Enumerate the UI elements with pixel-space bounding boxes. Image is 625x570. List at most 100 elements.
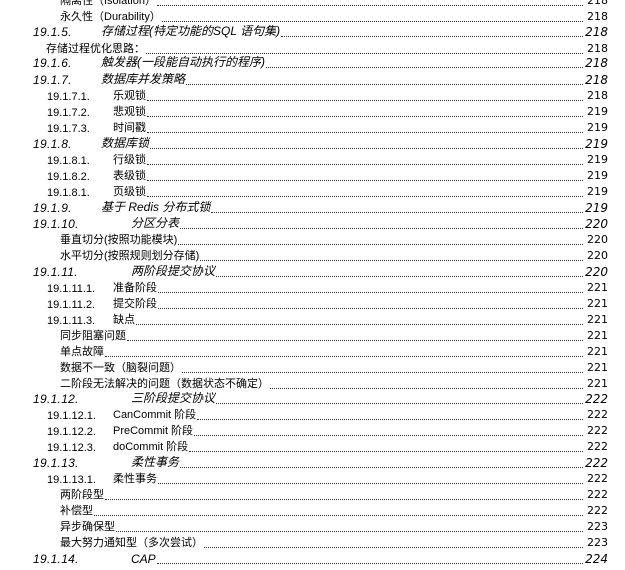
toc-entry-title[interactable]: 水平切分(按照规则划分存储): [0, 247, 199, 263]
toc-entry[interactable]: 19.1.7.2. 悲观锁 219: [0, 103, 625, 119]
toc-entry[interactable]: 19.1.7.1. 乐观锁 218: [0, 87, 625, 103]
dot-leader: [186, 72, 583, 85]
toc-entry-title[interactable]: 提交阶段: [113, 295, 157, 311]
toc-entry[interactable]: 19.1.10. 分区分表 220: [0, 215, 625, 231]
dot-leader: [161, 9, 583, 22]
toc-entry-title[interactable]: 基于 Redis 分布式锁: [101, 198, 210, 215]
toc-entry-page-number: 223: [587, 520, 608, 533]
toc-entry-title[interactable]: 行级锁: [113, 151, 146, 167]
toc-entry-title[interactable]: 隔离性（Isolation）: [0, 0, 156, 8]
toc-entry-heading: 同步阻塞问题: [0, 327, 126, 343]
toc-entry-title[interactable]: 触发器(一段能自动执行的程序): [101, 53, 265, 70]
toc-entry-title[interactable]: 柔性事务: [131, 453, 179, 470]
toc-entry-title[interactable]: 存储过程(特定功能的SQL 语句集): [101, 22, 280, 39]
toc-entry-title[interactable]: 三阶段提交协议: [131, 389, 215, 406]
toc-entry[interactable]: 补偿型 222: [0, 502, 625, 518]
dot-leader: [116, 519, 583, 532]
toc-entry[interactable]: 19.1.13.1. 柔性事务 222: [0, 470, 625, 486]
toc-entry[interactable]: 19.1.8.1. 页级锁 219: [0, 183, 625, 199]
toc-entry-title[interactable]: 异步确保型: [0, 518, 115, 534]
toc-entry-page-number: 224: [585, 552, 608, 566]
toc-entry[interactable]: 19.1.6. 触发器(一段能自动执行的程序) 218: [0, 54, 625, 70]
toc-entry-page-number: 222: [585, 392, 608, 406]
toc-entry-title[interactable]: 柔性事务: [113, 470, 157, 486]
toc-entry-heading: 19.1.7.1. 乐观锁: [0, 87, 146, 103]
toc-entry[interactable]: 19.1.9. 基于 Redis 分布式锁 219: [0, 199, 625, 215]
toc-entry-title[interactable]: 数据库并发策略: [101, 70, 185, 87]
dot-leader: [105, 344, 583, 357]
toc-entry-heading: 19.1.12.2. PreCommit 阶段: [0, 422, 193, 438]
toc-entry[interactable]: 隔离性（Isolation） 218: [0, 0, 625, 8]
toc-entry-title[interactable]: 数据不一致（脑裂问题）: [0, 359, 181, 375]
toc-entry-title[interactable]: 单点故障: [0, 343, 104, 359]
toc-entry[interactable]: 19.1.8. 数据库锁 219: [0, 135, 625, 151]
toc-entry-title[interactable]: doCommit 阶段: [113, 438, 188, 454]
toc-entry-heading: 数据不一致（脑裂问题）: [0, 359, 181, 375]
toc-entry[interactable]: 19.1.12.2. PreCommit 阶段 222: [0, 422, 625, 438]
toc-entry-title[interactable]: CanCommit 阶段: [113, 406, 196, 422]
toc-entry-heading: 垂直切分(按照功能模块): [0, 231, 177, 247]
toc-entry-heading: 19.1.8. 数据库锁: [0, 134, 149, 151]
toc-entry-title[interactable]: 乐观锁: [113, 87, 146, 103]
toc-entry-title[interactable]: 两阶段型: [0, 486, 104, 502]
toc-entry[interactable]: 19.1.12. 三阶段提交协议 222: [0, 390, 625, 406]
toc-entry-page-number: 222: [587, 504, 608, 517]
toc-entry-title[interactable]: 时间戳: [113, 119, 146, 135]
toc-entry[interactable]: 19.1.8.1. 行级锁 219: [0, 151, 625, 167]
toc-entry-heading: 隔离性（Isolation）: [0, 0, 156, 8]
toc-entry[interactable]: 19.1.11. 两阶段提交协议 220: [0, 263, 625, 279]
toc-entry[interactable]: 19.1.14. CAP 224: [0, 550, 625, 566]
dot-leader: [204, 535, 583, 548]
toc-entry[interactable]: 异步确保型 223: [0, 518, 625, 534]
toc-entry-page-number: 221: [587, 345, 608, 358]
dot-leader: [150, 136, 583, 149]
toc-entry-title[interactable]: 准备阶段: [113, 279, 157, 295]
toc-entry[interactable]: 19.1.11.2. 提交阶段 221: [0, 295, 625, 311]
toc-entry[interactable]: 单点故障 221: [0, 343, 625, 359]
toc-entry-heading: 19.1.14. CAP: [0, 552, 156, 566]
toc-entry-title[interactable]: 两阶段提交协议: [131, 262, 215, 279]
toc-entry-title[interactable]: 补偿型: [0, 502, 93, 518]
toc-entry[interactable]: 19.1.11.3. 缺点 221: [0, 311, 625, 327]
toc-entry[interactable]: 19.1.12.3. doCommit 阶段 222: [0, 438, 625, 454]
toc-entry-title[interactable]: PreCommit 阶段: [113, 422, 193, 438]
toc-entry-number: 19.1.7.: [33, 73, 72, 87]
toc-entry-number: 19.1.12.1.: [47, 410, 96, 422]
toc-entry-title[interactable]: 同步阻塞问题: [0, 327, 126, 343]
toc-entry[interactable]: 数据不一致（脑裂问题） 221: [0, 359, 625, 375]
dot-leader: [197, 407, 583, 420]
toc-entry-heading: 异步确保型: [0, 518, 115, 534]
toc-entry-heading: 19.1.7. 数据库并发策略: [0, 70, 185, 87]
toc-entry[interactable]: 19.1.12.1. CanCommit 阶段 222: [0, 406, 625, 422]
toc-entry-heading: 最大努力通知型（多次尝试）: [0, 534, 203, 550]
toc-entry-title[interactable]: CAP: [131, 552, 156, 566]
toc-entry[interactable]: 同步阻塞问题 221: [0, 327, 625, 343]
toc-entry[interactable]: 19.1.7. 数据库并发策略 218: [0, 71, 625, 87]
toc-entry[interactable]: 19.1.7.3. 时间戳 219: [0, 119, 625, 135]
toc-entry[interactable]: 19.1.8.2. 表级锁 219: [0, 167, 625, 183]
toc-entry-page-number: 221: [587, 329, 608, 342]
toc-entry[interactable]: 19.1.5. 存储过程(特定功能的SQL 语句集) 218: [0, 23, 625, 39]
dot-leader: [216, 391, 583, 404]
toc-entry-title[interactable]: 垂直切分(按照功能模块): [0, 231, 177, 247]
toc-entry-page-number: 219: [587, 185, 608, 198]
toc-entry-page-number: 221: [587, 281, 608, 294]
toc-entry-title[interactable]: 页级锁: [113, 183, 146, 199]
toc-entry-page-number: 221: [587, 361, 608, 374]
toc-entry-title[interactable]: 最大努力通知型（多次尝试）: [0, 534, 203, 550]
toc-entry-title[interactable]: 缺点: [113, 311, 135, 327]
toc-entry[interactable]: 两阶段型 222: [0, 486, 625, 502]
toc-entry-number: 19.1.9.: [33, 201, 72, 215]
toc-entry[interactable]: 19.1.13. 柔性事务 222: [0, 454, 625, 470]
toc-entry[interactable]: 水平切分(按照规则划分存储) 220: [0, 247, 625, 263]
toc-entry-number: 19.1.11.2.: [47, 299, 96, 311]
toc-entry[interactable]: 19.1.11.1. 准备阶段 221: [0, 279, 625, 295]
toc-entry-title[interactable]: 数据库锁: [101, 134, 149, 151]
toc-entry[interactable]: 最大努力通知型（多次尝试） 223: [0, 534, 625, 550]
toc-entry-title[interactable]: 分区分表: [131, 214, 179, 231]
dot-leader: [147, 120, 583, 133]
toc-entry-number: 19.1.5.: [33, 25, 72, 39]
toc-entry-title[interactable]: 表级锁: [113, 167, 146, 183]
toc-entry-title[interactable]: 悲观锁: [113, 103, 146, 119]
toc-entry[interactable]: 垂直切分(按照功能模块) 220: [0, 231, 625, 247]
